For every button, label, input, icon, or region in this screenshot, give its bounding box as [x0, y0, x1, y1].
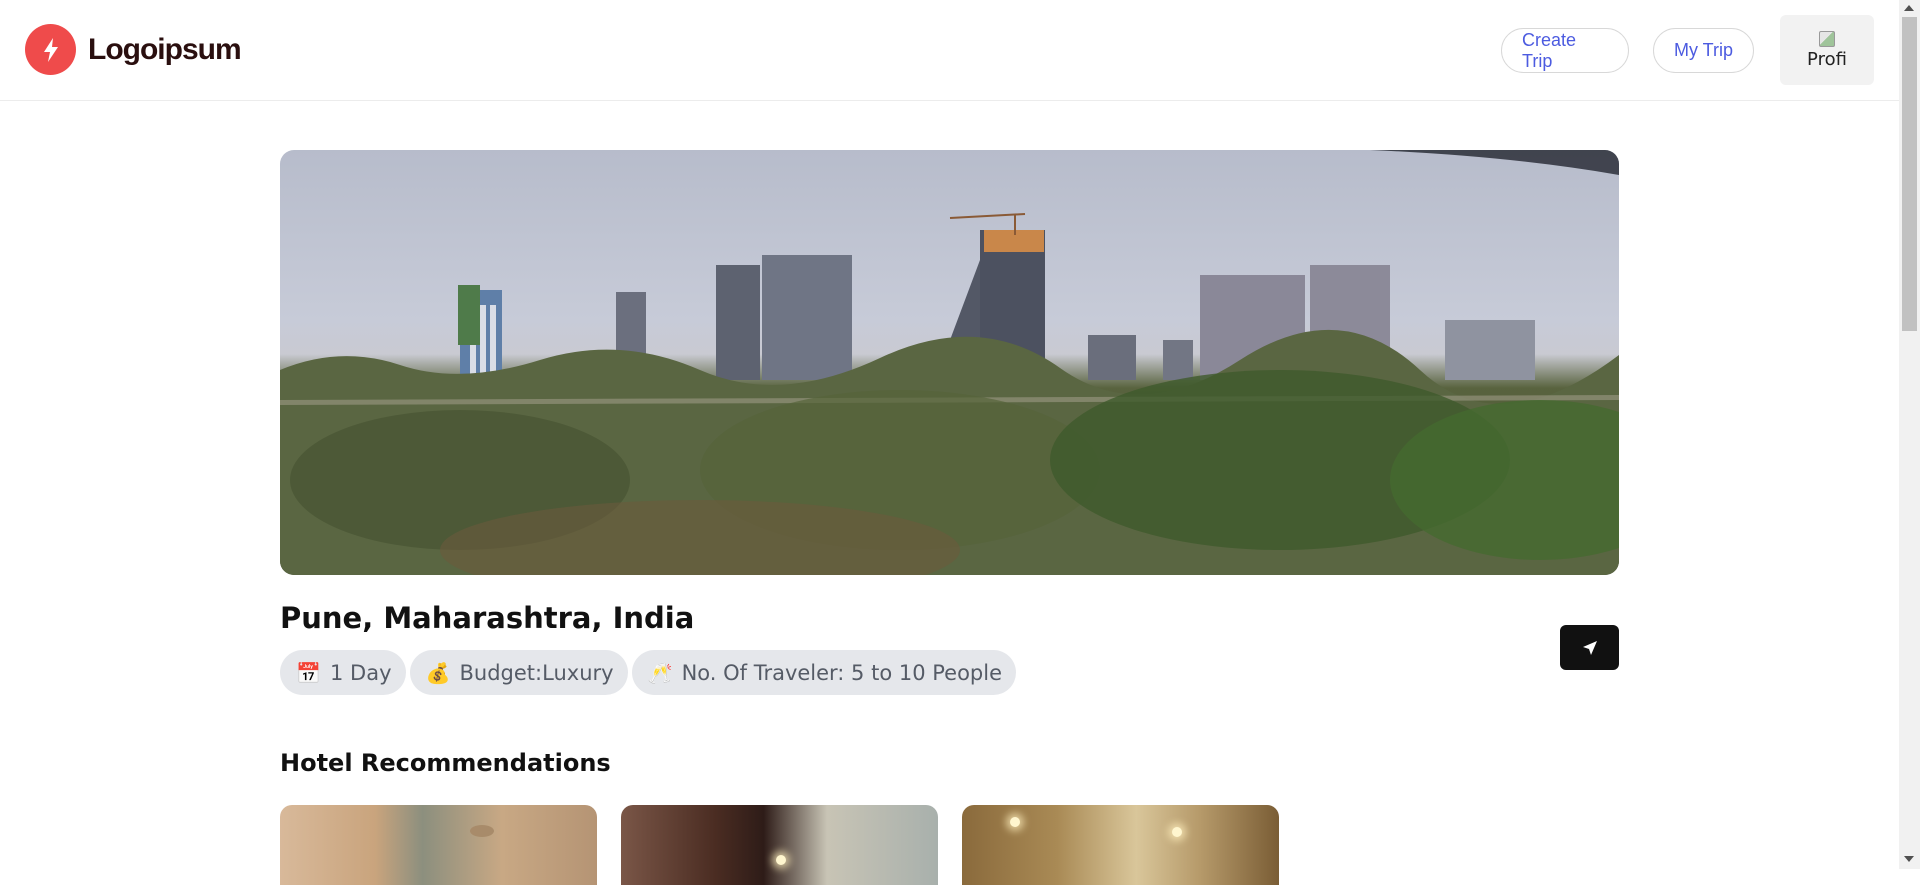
broken-image-icon — [1819, 31, 1835, 47]
logo[interactable]: Logoipsum — [25, 24, 242, 75]
bolt-icon — [25, 24, 76, 75]
avatar-broken-image: Profi — [1807, 31, 1847, 69]
top-navbar: Logoipsum Create Trip My Trip Profi — [0, 0, 1899, 101]
city-skyline-photo — [280, 150, 1619, 575]
hotel-image-detail — [1010, 817, 1020, 827]
hotel-image-detail — [470, 825, 494, 837]
create-trip-button[interactable]: Create Trip — [1501, 28, 1629, 73]
hotel-card[interactable] — [962, 805, 1279, 885]
scrollbar[interactable] — [1899, 0, 1920, 869]
send-icon — [1582, 640, 1597, 655]
calendar-icon: 📅 — [296, 660, 321, 685]
chip-budget-label: Budget:Luxury — [459, 660, 614, 685]
chip-duration-label: 1 Day — [330, 660, 392, 685]
hotel-card[interactable] — [621, 805, 938, 885]
scroll-down-arrow-icon[interactable] — [1904, 856, 1914, 862]
chip-budget: 💰 Budget:Luxury — [409, 650, 628, 695]
my-trip-button[interactable]: My Trip — [1653, 28, 1754, 73]
avatar-alt-text: Profi — [1807, 49, 1847, 70]
scroll-up-arrow-icon[interactable] — [1904, 5, 1914, 11]
hero-image — [280, 150, 1619, 575]
hotel-image-detail — [1172, 827, 1182, 837]
hotel-card[interactable] — [280, 805, 597, 885]
money-bag-icon: 💰 — [425, 660, 451, 685]
hotel-recommendations-title: Hotel Recommendations — [280, 749, 611, 777]
scrollbar-thumb[interactable] — [1902, 17, 1917, 331]
chip-travelers: 🥂 No. Of Traveler: 5 to 10 People — [631, 650, 1017, 695]
chip-travelers-label: No. Of Traveler: 5 to 10 People — [681, 660, 1003, 685]
trip-chips: 📅 1 Day 💰 Budget:Luxury 🥂 No. Of Travele… — [280, 650, 1017, 695]
avatar[interactable]: Profi — [1780, 15, 1874, 85]
hotel-image-detail — [776, 855, 786, 865]
share-button[interactable] — [1560, 625, 1619, 670]
trip-location-title: Pune, Maharashtra, India — [280, 601, 695, 635]
chip-duration: 📅 1 Day — [280, 650, 406, 695]
logo-text: Logoipsum — [88, 32, 242, 66]
cheers-icon: 🥂 — [647, 660, 673, 685]
